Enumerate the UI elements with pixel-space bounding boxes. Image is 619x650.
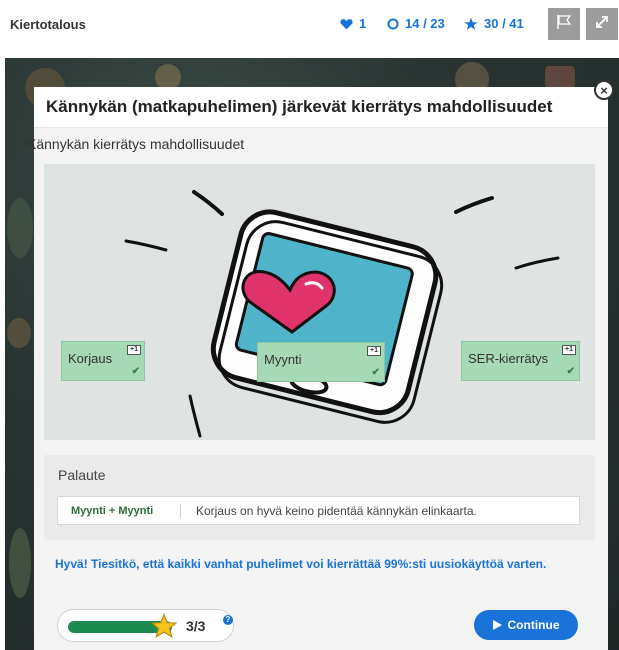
score-progress: 3/3 ? xyxy=(57,609,234,642)
stars-value: 30 / 41 xyxy=(484,16,524,31)
feedback-row: Myynti + Myynti Korjaus on hyvä keino pi… xyxy=(57,496,580,525)
star-icon xyxy=(464,17,478,31)
flag-button[interactable] xyxy=(548,8,580,40)
continue-button[interactable]: Continue xyxy=(474,610,578,640)
top-bar: Kiertotalous 1 14 / 23 30 / 41 xyxy=(0,0,619,52)
drop-zone-myynti[interactable]: Myynti +1 ✔ xyxy=(257,342,385,382)
tasks-counter: 14 / 23 xyxy=(387,16,445,31)
drop-zone-ser-kierratys[interactable]: SER-kierrätys +1 ✔ xyxy=(461,341,580,381)
close-button[interactable]: × xyxy=(594,80,614,100)
check-icon: ✔ xyxy=(371,367,380,378)
decor-item xyxy=(9,528,31,598)
feedback-pair: Myynti + Myynti xyxy=(71,505,154,517)
score-value: 3/3 xyxy=(186,618,206,634)
check-icon: ✔ xyxy=(131,366,140,377)
divider xyxy=(180,504,181,518)
decor-item xyxy=(545,66,575,88)
lives-value: 1 xyxy=(359,16,367,31)
flag-icon xyxy=(556,14,572,35)
feedback-panel: Palaute Myynti + Myynti Korjaus on hyvä … xyxy=(44,455,595,540)
tasks-value: 14 / 23 xyxy=(405,16,445,31)
feedback-message: Korjaus on hyvä keino pidentää kännykän … xyxy=(196,504,477,518)
circle-icon xyxy=(387,18,399,30)
expand-icon xyxy=(595,15,609,34)
phone-illustration: Korjaus +1 ✔ Myynti +1 ✔ SER-kierrätys +… xyxy=(44,164,595,440)
info-message: Hyvä! Tiesitkö, että kaikki vanhat puhel… xyxy=(55,557,547,571)
drop-zone-label: Myynti xyxy=(264,352,302,367)
decor-item xyxy=(7,318,31,348)
drop-zone-korjaus[interactable]: Korjaus +1 ✔ xyxy=(61,341,145,381)
decor-item xyxy=(7,198,33,258)
continue-label: Continue xyxy=(507,618,560,632)
close-icon: × xyxy=(600,82,608,98)
play-icon xyxy=(492,620,502,630)
points-badge: +1 xyxy=(127,345,141,355)
points-badge: +1 xyxy=(367,346,381,356)
app-title: Kiertotalous xyxy=(10,17,86,32)
check-icon: ✔ xyxy=(566,366,575,377)
modal-title: Kännykän (matkapuhelimen) järkevät kierr… xyxy=(46,97,553,116)
fullscreen-button[interactable] xyxy=(586,8,618,40)
drop-zone-label: Korjaus xyxy=(68,351,113,366)
phone-drawing xyxy=(124,190,560,438)
lives-counter: 1 xyxy=(340,16,366,31)
help-icon[interactable]: ? xyxy=(223,615,233,625)
drop-zone-label: SER-kierrätys xyxy=(468,351,549,366)
points-badge: +1 xyxy=(562,345,576,355)
heart-icon xyxy=(340,18,353,30)
feedback-title: Palaute xyxy=(58,467,106,483)
stars-counter: 30 / 41 xyxy=(464,16,524,31)
task-subheading: Kännykän kierrätys mahdollisuudet xyxy=(27,136,245,152)
star-icon xyxy=(150,613,178,644)
